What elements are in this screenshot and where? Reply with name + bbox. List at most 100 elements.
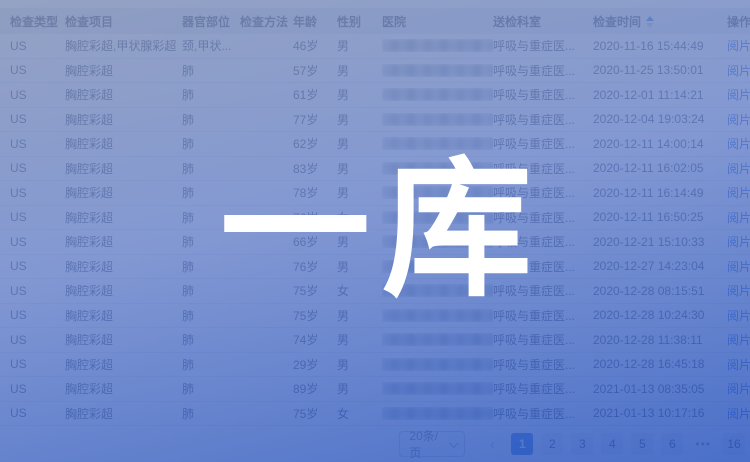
view-film-link[interactable]: 阅片 [727,88,750,102]
cell-dept: 呼吸与重症医... [493,86,585,103]
table-row: US胸腔彩超肺76岁女呼吸与重症医...2020-12-11 16:50:25阅… [0,206,750,231]
cell-hospital [382,284,493,297]
cell-gender: 女 [337,209,382,226]
cell-time: 2020-12-28 16:45:18 [585,357,727,371]
cell-dept: 呼吸与重症医... [493,160,585,177]
hospital-redacted-blur [382,113,493,126]
table-row: US胸腔彩超,甲状腺彩超颈,甲状...46岁男呼吸与重症医...2020-11-… [0,34,750,59]
hospital-redacted-blur [382,39,493,52]
cell-age: 77岁 [293,111,337,128]
cell-hospital [382,358,493,371]
cell-time: 2020-12-11 14:00:14 [585,137,727,151]
cell-time: 2020-12-27 14:23:04 [585,259,727,273]
hospital-redacted-blur [382,407,493,420]
cell-time: 2020-11-25 13:50:01 [585,63,727,77]
cell-age: 29岁 [293,356,337,373]
hospital-redacted-blur [382,235,493,248]
cell-action: 阅片 [727,135,750,152]
column-header-label: 操作 [727,15,750,29]
view-film-link[interactable]: 阅片 [727,235,750,249]
table-row: US胸腔彩超肺83岁男呼吸与重症医...2020-12-11 16:02:05阅… [0,157,750,182]
cell-organ: 肺 [182,86,240,103]
cell-organ: 肺 [182,135,240,152]
view-film-link[interactable]: 阅片 [727,162,750,176]
column-header-4: 年龄 [293,13,337,30]
view-film-link[interactable]: 阅片 [727,137,750,151]
view-film-link[interactable]: 阅片 [727,186,750,200]
cell-dept: 呼吸与重症医... [493,405,585,422]
sort-desc-icon[interactable] [646,23,654,28]
cell-type: US [10,406,65,420]
cell-action: 阅片 [727,258,750,275]
cell-item: 胸腔彩超 [65,282,182,299]
table-row: US胸腔彩超肺76岁男呼吸与重症医...2020-12-27 14:23:04阅… [0,255,750,280]
hospital-redacted-blur [382,284,493,297]
view-film-link[interactable]: 阅片 [727,113,750,127]
view-film-link[interactable]: 阅片 [727,358,750,372]
cell-dept: 呼吸与重症医... [493,356,585,373]
view-film-link[interactable]: 阅片 [727,39,750,53]
table-row: US胸腔彩超肺77岁男呼吸与重症医...2020-12-04 19:03:24阅… [0,108,750,133]
cell-type: US [10,137,65,151]
column-header-7: 送检科室 [493,13,585,30]
view-film-link[interactable]: 阅片 [727,211,750,225]
table-row: US胸腔彩超肺66岁男呼吸与重症医...2020-12-21 15:10:33阅… [0,230,750,255]
cell-gender: 男 [337,135,382,152]
cell-gender: 男 [337,331,382,348]
hospital-redacted-blur [382,309,493,322]
view-film-link[interactable]: 阅片 [727,64,750,78]
cell-gender: 男 [337,307,382,324]
hospital-redacted-blur [382,382,493,395]
hospital-redacted-blur [382,137,493,150]
cell-gender: 男 [337,380,382,397]
cell-item: 胸腔彩超 [65,135,182,152]
cell-organ: 肺 [182,331,240,348]
cell-hospital [382,64,493,77]
cell-organ: 肺 [182,307,240,324]
hospital-redacted-blur [382,88,493,101]
sort-asc-icon[interactable] [646,16,654,21]
table-row: US胸腔彩超肺29岁男呼吸与重症医...2020-12-28 16:45:18阅… [0,353,750,378]
table-row: US胸腔彩超肺75岁女呼吸与重症医...2020-12-28 08:15:51阅… [0,279,750,304]
hospital-redacted-blur [382,260,493,273]
cell-time: 2020-12-28 08:15:51 [585,284,727,298]
view-film-link[interactable]: 阅片 [727,309,750,323]
cell-time: 2020-12-28 10:24:30 [585,308,727,322]
view-film-link[interactable]: 阅片 [727,333,750,347]
hospital-redacted-blur [382,162,493,175]
column-header-label: 检查类型 [10,15,58,29]
cell-gender: 女 [337,282,382,299]
view-film-link[interactable]: 阅片 [727,260,750,274]
cell-gender: 男 [337,184,382,201]
cell-action: 阅片 [727,111,750,128]
cell-action: 阅片 [727,62,750,79]
cell-hospital [382,333,493,346]
column-header-6: 医院 [382,13,493,30]
column-header-8[interactable]: 检查时间 [585,13,727,30]
cell-hospital [382,211,493,224]
view-film-link[interactable]: 阅片 [727,382,750,396]
cell-organ: 肺 [182,62,240,79]
cell-organ: 肺 [182,184,240,201]
cell-gender: 男 [337,258,382,275]
column-header-2: 器官部位 [182,13,240,30]
cell-dept: 呼吸与重症医... [493,331,585,348]
cell-dept: 呼吸与重症医... [493,209,585,226]
cell-time: 2020-12-11 16:02:05 [585,161,727,175]
sort-carets-icon[interactable] [646,16,654,28]
cell-action: 阅片 [727,380,750,397]
cell-hospital [382,260,493,273]
hospital-redacted-blur [382,64,493,77]
column-header-0: 检查类型 [10,13,65,30]
cell-age: 62岁 [293,135,337,152]
cell-type: US [10,259,65,273]
table-row: US胸腔彩超肺78岁男呼吸与重症医...2020-12-11 16:14:49阅… [0,181,750,206]
hospital-redacted-blur [382,211,493,224]
cell-item: 胸腔彩超 [65,160,182,177]
view-film-link[interactable]: 阅片 [727,407,750,421]
view-film-link[interactable]: 阅片 [727,284,750,298]
cell-organ: 肺 [182,405,240,422]
cell-hospital [382,162,493,175]
cell-item: 胸腔彩超 [65,331,182,348]
cell-action: 阅片 [727,184,750,201]
